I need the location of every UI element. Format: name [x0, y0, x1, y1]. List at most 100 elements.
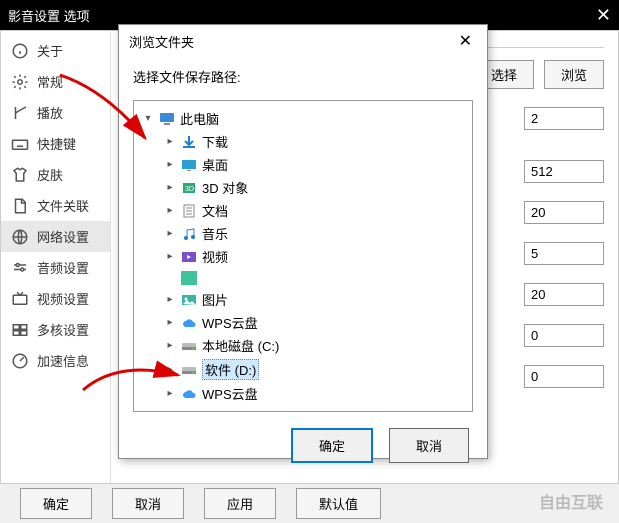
- pic-icon: [180, 292, 198, 308]
- ok-button[interactable]: 确定: [20, 488, 92, 519]
- value-input-4[interactable]: [524, 242, 604, 265]
- file-icon: [11, 197, 29, 215]
- tree-item[interactable]: ▸视频: [164, 245, 464, 268]
- sidebar-item-label: 皮肤: [37, 165, 63, 184]
- dialog-ok-button[interactable]: 确定: [291, 428, 373, 463]
- default-button[interactable]: 默认值: [296, 488, 381, 519]
- sidebar-item-about[interactable]: 关于: [1, 35, 110, 66]
- drive-icon: [180, 338, 198, 354]
- desktop-icon: [180, 157, 198, 173]
- chevron-right-icon[interactable]: ▸: [164, 228, 176, 239]
- sidebar-item-multicore[interactable]: 多核设置: [1, 314, 110, 345]
- value-input-5[interactable]: [524, 283, 604, 306]
- chevron-right-icon[interactable]: ▸: [164, 388, 176, 399]
- dialog-close-icon[interactable]: ✕: [454, 31, 477, 51]
- sidebar-item-label: 播放: [37, 103, 63, 122]
- dialog-titlebar: 浏览文件夹 ✕: [119, 25, 487, 57]
- sidebar-item-label: 多核设置: [37, 320, 89, 339]
- tree-item[interactable]: ▸ 软件 (D:): [164, 357, 464, 382]
- info-icon: [11, 42, 29, 60]
- tree-item[interactable]: ▸ WPS云盘: [164, 311, 464, 334]
- tree-label: 图片: [202, 290, 228, 309]
- tv-icon: [11, 290, 29, 308]
- sidebar-item-label: 音频设置: [37, 258, 89, 277]
- sidebar-item-audio[interactable]: 音频设置: [1, 252, 110, 283]
- sidebar-item-play[interactable]: 播放: [1, 97, 110, 128]
- chevron-down-icon[interactable]: ▾: [142, 113, 154, 124]
- tree-item[interactable]: ▸ 音乐: [164, 222, 464, 245]
- chevron-right-icon[interactable]: ▸: [164, 159, 176, 170]
- browse-button[interactable]: 浏览: [544, 60, 604, 89]
- tree-item[interactable]: ▸ 下载: [164, 130, 464, 153]
- 3d-icon: 3D: [180, 180, 198, 196]
- chevron-right-icon[interactable]: ▸: [164, 182, 176, 193]
- tree-label: 软件 (D:): [202, 359, 259, 380]
- sidebar-item-label: 文件关联: [37, 196, 89, 215]
- tree-label: WPS云盘: [202, 313, 258, 332]
- window-title: 影音设置 选项: [8, 6, 90, 25]
- gear-icon: [11, 73, 29, 91]
- speed-icon: [11, 352, 29, 370]
- chevron-right-icon[interactable]: ▸: [164, 136, 176, 147]
- globe-icon: [11, 228, 29, 246]
- computer-icon: [158, 111, 176, 127]
- tree-item[interactable]: ▸ 3D 3D 对象: [164, 176, 464, 199]
- sidebar-item-accel[interactable]: 加速信息: [1, 345, 110, 376]
- chevron-right-icon[interactable]: ▸: [164, 317, 176, 328]
- dialog-label: 选择文件保存路径:: [133, 67, 473, 86]
- tree-label: 3D 对象: [202, 178, 248, 197]
- apply-button[interactable]: 应用: [204, 488, 276, 519]
- dialog-cancel-button[interactable]: 取消: [389, 428, 469, 463]
- sidebar-item-network[interactable]: 网络设置: [1, 221, 110, 252]
- chevron-right-icon[interactable]: ▸: [164, 340, 176, 351]
- tree-item[interactable]: ▸ 本地磁盘 (C:): [164, 334, 464, 357]
- cpu-icon: [11, 321, 29, 339]
- tree-label: 此电脑: [180, 109, 219, 128]
- play-icon: [11, 104, 29, 122]
- dialog-title: 浏览文件夹: [129, 32, 194, 51]
- tree-item[interactable]: [164, 268, 464, 288]
- tree-root[interactable]: ▾ 此电脑: [142, 107, 464, 130]
- sidebar-item-fileassoc[interactable]: 文件关联: [1, 190, 110, 221]
- download-icon: [180, 134, 198, 150]
- tree-label: 本地磁盘 (C:): [202, 336, 279, 355]
- tree-item[interactable]: ▸ 文档: [164, 199, 464, 222]
- tree-item[interactable]: ▸ 桌面: [164, 153, 464, 176]
- tree-item[interactable]: ▸ 图片: [164, 288, 464, 311]
- value-input-2[interactable]: [524, 160, 604, 183]
- audio-icon: [11, 259, 29, 277]
- music-icon: [180, 226, 198, 242]
- sidebar-item-hotkey[interactable]: 快捷键: [1, 128, 110, 159]
- sidebar-item-general[interactable]: 常规: [1, 66, 110, 97]
- value-input-1[interactable]: [524, 107, 604, 130]
- cancel-button[interactable]: 取消: [112, 488, 184, 519]
- skin-icon: [11, 166, 29, 184]
- svg-text:3D: 3D: [185, 186, 194, 193]
- tree-label: 下载: [202, 132, 228, 151]
- cloud-icon: [180, 315, 198, 331]
- watermark: 自由互联: [539, 489, 603, 513]
- close-icon[interactable]: ✕: [596, 5, 611, 26]
- app-icon: [180, 270, 198, 286]
- video-icon: [180, 249, 198, 265]
- tree-label: WPS云盘: [202, 384, 258, 403]
- value-input-7[interactable]: [524, 365, 604, 388]
- sidebar-item-label: 快捷键: [37, 134, 76, 153]
- sidebar: 关于 常规 播放 快捷键 皮肤 文件关联 网络设置 音频设置: [1, 31, 111, 489]
- tree-item[interactable]: ▸ WPS云盘: [164, 382, 464, 405]
- value-input-6[interactable]: [524, 324, 604, 347]
- tree-label: 文档: [202, 201, 228, 220]
- sidebar-item-skin[interactable]: 皮肤: [1, 159, 110, 190]
- tree-label: 桌面: [202, 155, 228, 174]
- tree-label: 音乐: [202, 224, 228, 243]
- chevron-right-icon[interactable]: ▸: [164, 251, 176, 262]
- value-input-3[interactable]: [524, 201, 604, 224]
- sidebar-item-video[interactable]: 视频设置: [1, 283, 110, 314]
- keyboard-icon: [11, 135, 29, 153]
- chevron-right-icon[interactable]: ▸: [164, 294, 176, 305]
- chevron-right-icon[interactable]: ▸: [164, 205, 176, 216]
- sidebar-item-label: 常规: [37, 72, 63, 91]
- chevron-right-icon[interactable]: ▸: [164, 364, 176, 375]
- bottom-bar: 确定 取消 应用 默认值: [0, 483, 619, 523]
- folder-tree[interactable]: ▾ 此电脑 ▸下载▸桌面▸3D3D 对象▸文档▸音乐▸视频▸图片▸WPS云盘▸本…: [133, 100, 473, 412]
